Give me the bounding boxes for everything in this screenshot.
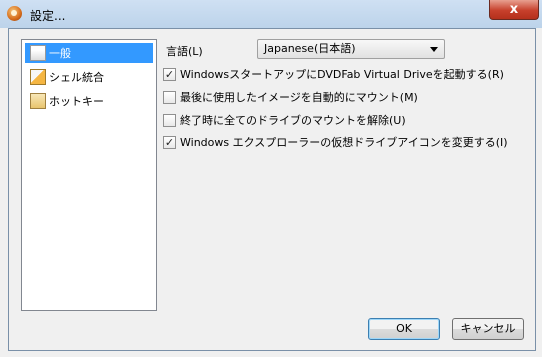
option-auto-mount-last[interactable]: 最後に使用したイメージを自動的にマウント(M) bbox=[163, 89, 418, 105]
dvdfab-app-icon bbox=[7, 6, 22, 21]
title-bar[interactable]: 設定... x bbox=[0, 0, 542, 28]
startup-launch-checkbox[interactable]: ✓ bbox=[163, 67, 176, 81]
settings-dialog: 設定... x 一般 シェル統合 ホットキー 言語(L) Japanese(日本… bbox=[0, 0, 542, 357]
category-item-general[interactable]: 一般 bbox=[25, 43, 153, 63]
option-label: Windows エクスプローラーの仮想ドライブアイコンを変更する(I) bbox=[180, 136, 508, 149]
category-label: ホットキー bbox=[49, 95, 104, 108]
unmount-on-exit-checkbox[interactable] bbox=[163, 113, 176, 127]
category-label: シェル統合 bbox=[49, 71, 104, 84]
option-startup-launch[interactable]: ✓ WindowsスタートアップにDVDFab Virtual Driveを起動… bbox=[163, 66, 504, 82]
category-list: 一般 シェル統合 ホットキー bbox=[21, 39, 157, 311]
option-label: 終了時に全てのドライブのマウントを解除(U) bbox=[180, 114, 406, 127]
hotkey-icon bbox=[30, 93, 46, 109]
option-unmount-on-exit[interactable]: 終了時に全てのドライブのマウントを解除(U) bbox=[163, 112, 406, 128]
dropdown-arrow-icon bbox=[430, 47, 438, 52]
language-select[interactable]: Japanese(日本語) bbox=[257, 39, 445, 59]
general-settings-icon bbox=[30, 45, 46, 61]
option-label: WindowsスタートアップにDVDFab Virtual Driveを起動する… bbox=[180, 68, 504, 81]
dialog-client-area: 一般 シェル統合 ホットキー 言語(L) Japanese(日本語) ✓ Win… bbox=[8, 28, 536, 351]
shell-integration-icon bbox=[30, 69, 46, 85]
category-item-hotkey[interactable]: ホットキー bbox=[25, 91, 153, 111]
window-title: 設定... bbox=[30, 9, 66, 23]
category-label: 一般 bbox=[49, 47, 71, 60]
language-label: 言語(L) bbox=[166, 45, 203, 58]
category-item-shell-integration[interactable]: シェル統合 bbox=[25, 67, 153, 87]
option-label: 最後に使用したイメージを自動的にマウント(M) bbox=[180, 91, 418, 104]
language-select-value: Japanese(日本語) bbox=[264, 42, 356, 55]
auto-mount-last-checkbox[interactable] bbox=[163, 90, 176, 104]
close-button[interactable]: x bbox=[489, 0, 539, 20]
change-drive-icon-checkbox[interactable]: ✓ bbox=[163, 135, 176, 149]
ok-button[interactable]: OK bbox=[368, 318, 440, 340]
option-change-drive-icon[interactable]: ✓ Windows エクスプローラーの仮想ドライブアイコンを変更する(I) bbox=[163, 134, 508, 150]
cancel-button[interactable]: キャンセル bbox=[452, 318, 524, 340]
